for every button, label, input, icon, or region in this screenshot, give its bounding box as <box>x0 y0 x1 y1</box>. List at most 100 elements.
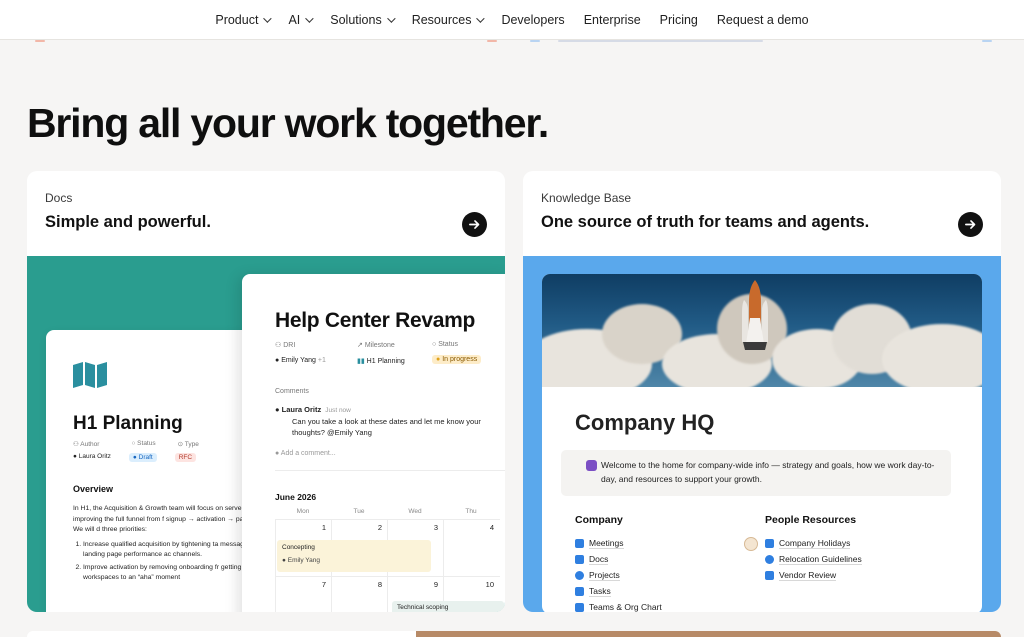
nav-ai-label: AI <box>288 12 301 27</box>
shuttle-icon <box>742 280 768 350</box>
link-company-holidays[interactable]: Company Holidays <box>765 535 862 551</box>
section-heading: Company <box>575 514 623 526</box>
link-tasks[interactable]: Tasks <box>575 583 662 599</box>
docs-icon <box>575 554 584 564</box>
top-nav: Product AI Solutions Resources Developer… <box>0 0 1024 40</box>
milestone-value: ▮▮ H1 Planning <box>357 358 405 365</box>
doc-title: H1 Planning <box>73 413 183 434</box>
nav-product-label: Product <box>215 12 259 27</box>
day-label: Wed <box>408 508 422 515</box>
nav-developers[interactable]: Developers <box>492 13 574 27</box>
people-links: Company Holidays Relocation Guidelines V… <box>765 535 862 583</box>
help-center-doc: Help Center Revamp ⚇ DRI ● Emily Yang +1… <box>242 274 505 612</box>
nav-resources-label: Resources <box>411 12 472 27</box>
comment-author: Laura Oritz <box>281 405 322 414</box>
avatar <box>744 537 758 551</box>
prop-label-milestone: ↗ Milestone <box>357 342 395 349</box>
knowledge-base-card[interactable]: Knowledge Base One source of truth for t… <box>523 171 1001 612</box>
docs-card[interactable]: Docs Simple and powerful. H1 Planning ⚇ … <box>27 171 505 612</box>
nav-product[interactable]: Product <box>206 13 279 27</box>
card-title: One source of truth for teams and agents… <box>541 213 870 231</box>
avatar: ● <box>275 405 280 414</box>
cover-image-space-shuttle <box>542 274 982 387</box>
prop-label-status: ○ Status <box>432 341 459 348</box>
status-badge: ● In progress <box>432 355 505 364</box>
card-title: Simple and powerful. <box>45 213 211 231</box>
arrow-right-button[interactable] <box>462 212 487 237</box>
vendor-icon <box>765 570 774 580</box>
section-heading: Overview <box>73 484 114 494</box>
decorative-peek <box>487 40 497 42</box>
calendar: Mon Tue Wed Thu 1 2 3 4 7 8 9 10 Concept… <box>275 508 504 612</box>
doc-title: Help Center Revamp <box>275 309 475 332</box>
day-label: Thu <box>465 508 477 515</box>
divider <box>275 470 505 471</box>
chevron-down-icon <box>476 13 486 23</box>
event-title: Concepting <box>282 544 315 551</box>
nav-solutions[interactable]: Solutions <box>321 13 402 27</box>
arrow-right-icon <box>965 220 976 229</box>
callout-text: Welcome to the home for company-wide inf… <box>601 460 935 485</box>
page-title: Company HQ <box>575 410 715 435</box>
decorative-peek <box>530 40 540 42</box>
type-badge: RFC <box>174 453 197 462</box>
dri-value: ● Emily Yang +1 <box>275 357 326 364</box>
nav-ai[interactable]: AI <box>279 13 321 27</box>
calendar-day[interactable]: 8 <box>331 577 387 612</box>
info-icon <box>586 460 597 471</box>
prop-label-dri: ⚇ DRI <box>275 342 296 349</box>
arrow-right-icon <box>469 220 480 229</box>
holidays-icon <box>765 538 774 548</box>
company-hq-page: Company HQ Welcome to the home for compa… <box>542 274 982 612</box>
event-title: Technical scoping <box>397 604 449 611</box>
calendar-event[interactable]: Concepting ● Emily Yang <box>277 540 431 572</box>
nav-enterprise-label: Enterprise <box>583 12 641 27</box>
day-label: Tue <box>353 508 365 515</box>
decorative-peek <box>982 40 992 42</box>
section-heading: People Resources <box>765 514 857 526</box>
decorative-peek <box>558 40 763 42</box>
comments-label: Comments <box>275 388 309 395</box>
link-projects[interactable]: Projects <box>575 567 662 583</box>
nav-developers-label: Developers <box>501 12 565 27</box>
day-label: Mon <box>296 508 310 515</box>
map-icon <box>73 362 107 388</box>
globe-icon <box>765 554 774 564</box>
author-value: ● Laura Oritz <box>73 453 111 460</box>
nav-solutions-label: Solutions <box>330 12 382 27</box>
calendar-header: Mon Tue Wed Thu <box>275 508 500 515</box>
projects-icon <box>575 570 584 580</box>
nav-pricing[interactable]: Pricing <box>650 13 707 27</box>
card-eyebrow: Docs <box>45 191 73 205</box>
next-section-peek <box>416 631 1001 637</box>
avatar: ● <box>275 450 280 457</box>
nav-request-demo-label: Request a demo <box>716 12 809 27</box>
callout: Welcome to the home for company-wide inf… <box>561 450 951 496</box>
decorative-peek <box>35 40 45 42</box>
link-meetings[interactable]: Meetings <box>575 535 662 551</box>
tasks-icon <box>575 586 584 596</box>
chevron-down-icon <box>305 13 314 23</box>
calendar-day[interactable]: 7 <box>275 577 331 612</box>
page-headline: Bring all your work together. <box>27 100 549 146</box>
nav-request-demo[interactable]: Request a demo <box>707 13 818 27</box>
calendar-day[interactable]: 4 <box>443 520 499 576</box>
add-comment-input[interactable]: ● Add a comment... <box>275 450 336 457</box>
arrow-right-button[interactable] <box>958 212 983 237</box>
link-docs[interactable]: Docs <box>575 551 662 567</box>
link-relocation-guidelines[interactable]: Relocation Guidelines <box>765 551 862 567</box>
link-teams-org-chart[interactable]: Teams & Org Chart <box>575 599 662 612</box>
prop-label-author: ⚇ Author <box>73 441 100 448</box>
nav-pricing-label: Pricing <box>659 12 698 27</box>
event-person: ● Emily Yang <box>282 557 321 564</box>
link-vendor-review[interactable]: Vendor Review <box>765 567 862 583</box>
prop-label-type: ⊙ Type <box>177 441 199 448</box>
company-links: Meetings Docs Projects Tasks Teams & Org… <box>575 535 662 612</box>
calendar-event[interactable]: Technical scoping <box>392 601 504 612</box>
status-badge: ● Draft <box>128 453 157 462</box>
nav-resources[interactable]: Resources <box>402 13 492 27</box>
chevron-down-icon <box>263 13 273 23</box>
org-chart-icon <box>575 602 584 612</box>
nav-enterprise[interactable]: Enterprise <box>574 13 650 27</box>
meetings-icon <box>575 538 584 548</box>
